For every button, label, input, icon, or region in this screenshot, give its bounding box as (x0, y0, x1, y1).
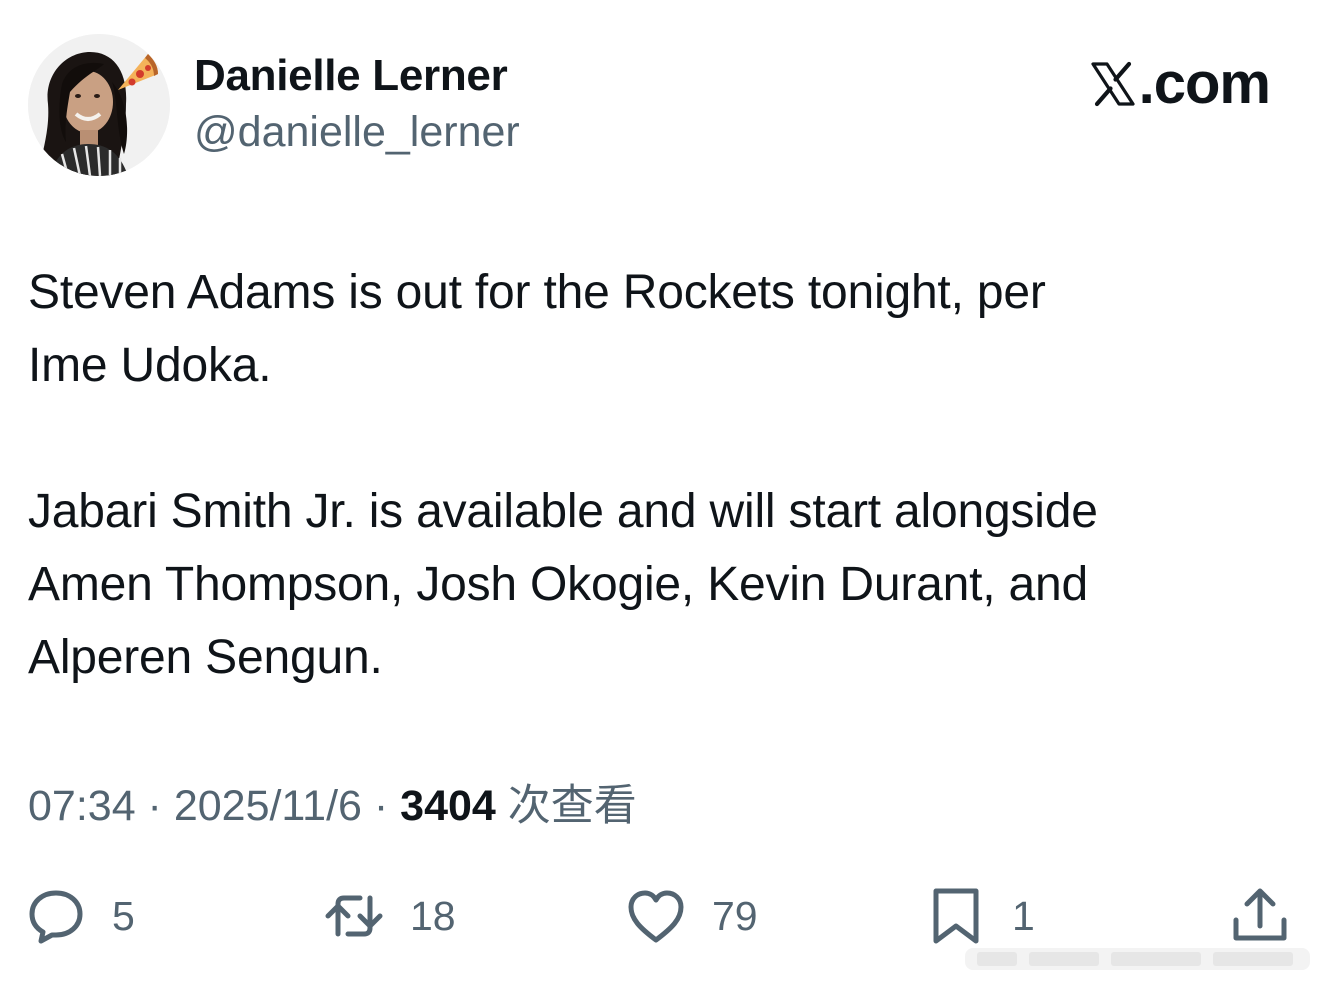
bookmark-count: 1 (1012, 893, 1035, 939)
tweet-card: Danielle Lerner @danielle_lerner .com St… (0, 0, 1320, 990)
meta-separator: · (135, 782, 174, 830)
author-display-name[interactable]: Danielle Lerner (194, 48, 520, 104)
x-logo-icon (1091, 61, 1135, 107)
tweet-time[interactable]: 07:34 (28, 782, 136, 830)
share-icon (1233, 888, 1287, 941)
meta-separator: · (361, 782, 401, 830)
like-count: 79 (712, 893, 758, 939)
tweet-body-text: Steven Adams is out for the Rockets toni… (28, 266, 1098, 684)
views-count: 3404 (400, 782, 496, 830)
heart-icon (628, 890, 684, 943)
x-brand[interactable]: .com (1089, 51, 1271, 116)
retweet-button[interactable]: 18 (324, 884, 456, 948)
x-site-label: .com (1138, 51, 1271, 116)
tweet-meta: 07:34 · 2025/11/6 · 3404 次查看 (28, 778, 637, 834)
bookmark-icon (933, 888, 979, 944)
author-handle[interactable]: @danielle_lerner (194, 104, 520, 160)
tweet-date[interactable]: 2025/11/6 (174, 782, 362, 830)
bookmark-button[interactable]: 1 (926, 884, 1035, 948)
pizza-icon (118, 54, 158, 90)
share-button[interactable] (1230, 884, 1290, 948)
views-label: 次查看 (507, 781, 637, 831)
retweet-icon (325, 895, 383, 937)
author-info: Danielle Lerner @danielle_lerner (194, 48, 520, 160)
retweet-count: 18 (410, 893, 456, 939)
reply-button[interactable]: 5 (26, 884, 135, 948)
tweet-header: Danielle Lerner @danielle_lerner .com (28, 34, 1292, 180)
like-button[interactable]: 79 (626, 884, 758, 948)
tweet-actions: 5 18 79 1 (26, 884, 1296, 948)
reply-icon (29, 890, 83, 944)
avatar[interactable] (28, 34, 170, 176)
reply-count: 5 (112, 893, 135, 939)
